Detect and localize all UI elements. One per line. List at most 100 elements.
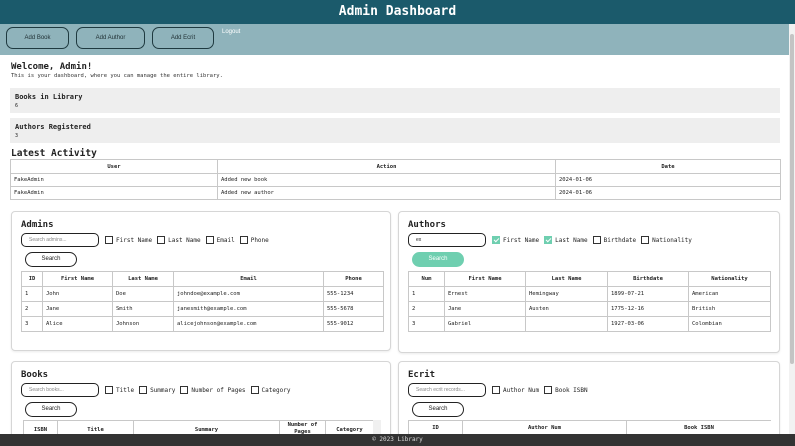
add-author-button[interactable]: Add Author xyxy=(76,27,145,49)
authors-filter-birthdate-label: Birthdate xyxy=(603,236,637,244)
authors-header-birthdate: Birthdate xyxy=(607,271,689,287)
footer: © 2023 Library xyxy=(0,434,795,446)
ecrit-header-book-isbn: Book ISBN xyxy=(626,420,771,434)
add-book-button[interactable]: Add Book xyxy=(6,27,69,49)
ecrit-filter-author-num-checkbox[interactable] xyxy=(492,386,500,394)
table-row: 2 Jane Smith janesmith@example.com 555-5… xyxy=(21,301,384,317)
admins-filter-last-name-checkbox[interactable] xyxy=(157,236,166,244)
admins-search-input[interactable]: Search admins... xyxy=(21,233,99,247)
books-filter-pages-label: Number of Pages xyxy=(191,386,246,394)
admins-filter-first-name-checkbox[interactable] xyxy=(105,236,113,244)
ecrit-search-button[interactable]: Search xyxy=(412,402,464,417)
page-scrollbar-thumb[interactable] xyxy=(790,34,794,364)
authors-header-num: Num xyxy=(408,271,445,287)
ecrit-table-container[interactable]: ID Author Num Book ISBN xyxy=(408,420,771,434)
activity-date: 2024-01-06 xyxy=(555,186,781,200)
admin-email: alicejohnson@example.com xyxy=(173,316,324,332)
books-stat-label: Books in Library xyxy=(15,93,83,101)
books-search-input[interactable]: Search books... xyxy=(21,383,99,397)
admins-filter-phone-checkbox[interactable] xyxy=(239,236,248,244)
table-row: 1 Ernest Hemingway 1899-07-21 American xyxy=(408,286,771,302)
books-header-summary: Summary xyxy=(133,420,280,434)
admin-id: 3 xyxy=(21,316,43,332)
authors-filter-last-name-checkbox[interactable] xyxy=(544,236,553,244)
authors-header-last-name: Last Name xyxy=(525,271,608,287)
activity-header-action: Action xyxy=(217,159,556,174)
ecrit-filter-author-num-label: Author Num xyxy=(503,386,540,394)
authors-title: Authors xyxy=(408,220,446,230)
admin-first-name: John xyxy=(42,286,113,302)
ecrit-table: ID Author Num Book ISBN xyxy=(408,420,771,434)
authors-card: Authors ex First Name Last Name Birthdat… xyxy=(398,211,780,353)
books-header-pages: Number of Pages xyxy=(279,420,326,434)
page-scrollbar[interactable] xyxy=(789,24,795,438)
books-filter-summary-checkbox[interactable] xyxy=(139,386,148,394)
table-row: FakeAdmin Added new book 2024-01-06 xyxy=(10,173,781,187)
add-ecrit-button[interactable]: Add Ecrit xyxy=(152,27,214,49)
admins-filter-email-label: Email xyxy=(216,236,235,244)
page-header: Admin Dashboard xyxy=(0,0,795,24)
latest-activity-title: Latest Activity xyxy=(11,148,97,159)
admin-phone: 555-1234 xyxy=(323,286,384,302)
author-birthdate: 1775-12-16 xyxy=(607,301,689,317)
author-nationality: Colombian xyxy=(688,316,771,332)
authors-stat-value: 3 xyxy=(15,133,19,139)
navbar: Add Book Add Author Add Ecrit Logout xyxy=(0,24,795,55)
books-filter-title-checkbox[interactable] xyxy=(105,386,113,394)
books-title: Books xyxy=(21,370,49,380)
authors-filter-first-name-label: First Name xyxy=(503,236,540,244)
authors-search-input[interactable]: ex xyxy=(408,233,486,247)
authors-filter-nationality-label: Nationality xyxy=(652,236,692,244)
admin-phone: 555-9012 xyxy=(323,316,384,332)
books-table-container[interactable]: ISBN Title Summary Number of Pages Categ… xyxy=(23,420,381,434)
ecrit-filter-book-isbn-checkbox[interactable] xyxy=(544,386,553,394)
books-table-scrollbar[interactable] xyxy=(373,420,381,434)
activity-user: FakeAdmin xyxy=(10,173,218,187)
admins-title: Admins xyxy=(21,220,54,230)
books-filter-pages-checkbox[interactable] xyxy=(180,386,189,394)
books-filter-category-label: Category xyxy=(261,386,291,394)
admins-header-first-name: First Name xyxy=(42,271,113,287)
books-search-button[interactable]: Search xyxy=(25,402,77,417)
books-filter-summary-label: Summary xyxy=(150,386,176,394)
admins-filter-email-checkbox[interactable] xyxy=(205,236,214,244)
logout-link[interactable]: Logout xyxy=(222,29,240,35)
authors-filter-nationality-checkbox[interactable] xyxy=(641,236,650,244)
admin-last-name: Johnson xyxy=(112,316,174,332)
author-first-name: Ernest xyxy=(444,286,526,302)
activity-action: Added new author xyxy=(217,186,556,200)
admins-filter-phone-label: Phone xyxy=(250,236,269,244)
admin-id: 1 xyxy=(21,286,43,302)
author-nationality: American xyxy=(688,286,771,302)
welcome-subtitle: This is your dashboard, where you can ma… xyxy=(11,73,223,79)
books-stat-value: 6 xyxy=(15,103,19,109)
books-table: ISBN Title Summary Number of Pages Categ… xyxy=(23,420,374,434)
authors-filter-birthdate-checkbox[interactable] xyxy=(592,236,601,244)
activity-action: Added new book xyxy=(217,173,556,187)
books-filter-title-label: Title xyxy=(116,386,135,394)
authors-search-button[interactable]: Search xyxy=(412,252,464,267)
author-num: 2 xyxy=(408,301,445,317)
activity-date: 2024-01-06 xyxy=(555,173,781,187)
activity-user: FakeAdmin xyxy=(10,186,218,200)
table-row: 3 Alice Johnson alicejohnson@example.com… xyxy=(21,316,384,332)
author-first-name: Gabriel xyxy=(444,316,526,332)
authors-header-nationality: Nationality xyxy=(688,271,771,287)
admins-card: Admins Search admins... First Name Last … xyxy=(11,211,391,351)
ecrit-search-input[interactable]: Search ecrit records... xyxy=(408,383,486,397)
welcome-title: Welcome, Admin! xyxy=(11,62,93,72)
admin-email: johndoe@example.com xyxy=(173,286,324,302)
admin-last-name: Smith xyxy=(112,301,174,317)
admins-filter-last-name-label: Last Name xyxy=(168,236,201,244)
authors-table: Num First Name Last Name Birthdate Natio… xyxy=(408,271,771,332)
footer-text: © 2023 Library xyxy=(372,436,423,443)
author-num: 3 xyxy=(408,316,445,332)
admins-search-button[interactable]: Search xyxy=(25,252,77,267)
authors-filter-first-name-checkbox[interactable] xyxy=(492,236,500,244)
admins-filter-first-name-label: First Name xyxy=(116,236,153,244)
books-filter-category-checkbox[interactable] xyxy=(250,386,259,394)
authors-stat-label: Authors Registered xyxy=(15,123,91,131)
admins-header-id: ID xyxy=(21,271,43,287)
table-row: 1 John Doe johndoe@example.com 555-1234 xyxy=(21,286,384,302)
activity-table: User Action Date FakeAdmin Added new boo… xyxy=(10,159,781,200)
